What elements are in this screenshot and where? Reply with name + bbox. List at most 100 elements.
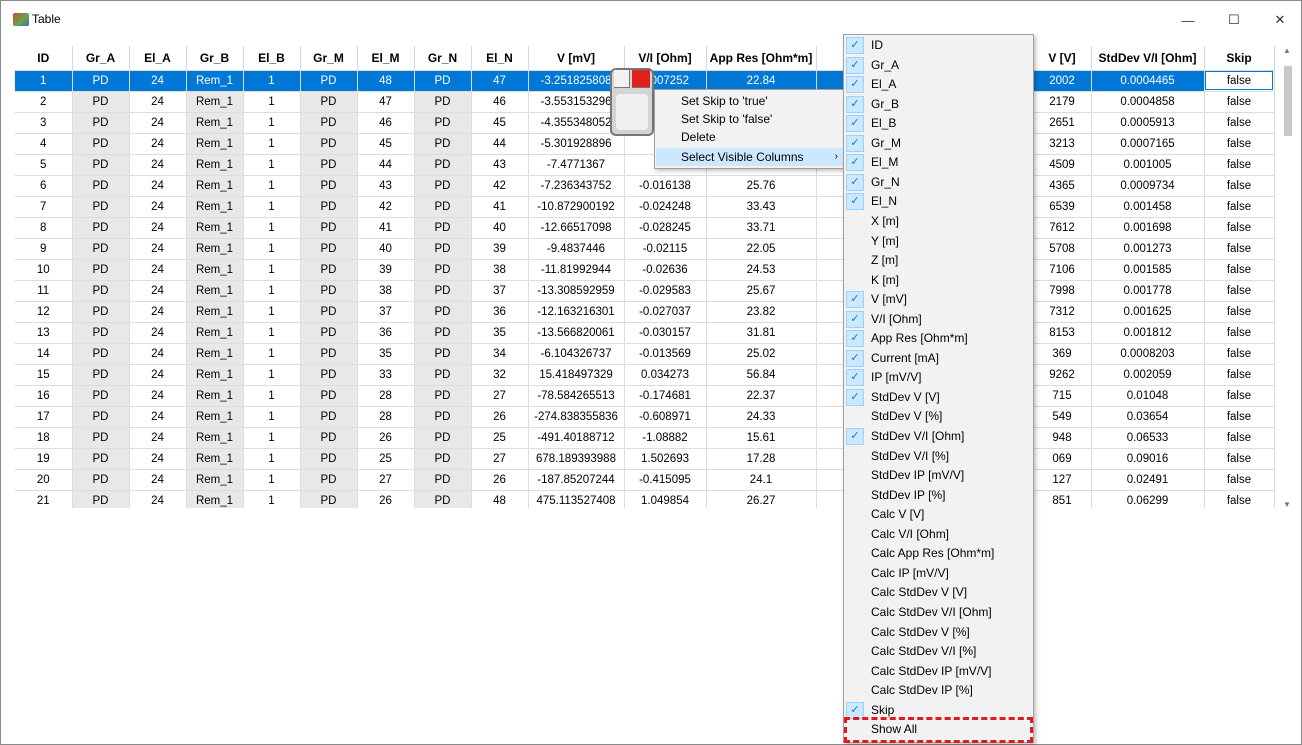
column-option-calc-stddev-v-v[interactable]: Calc StdDev V [V] [845,583,1032,603]
table-cell[interactable]: 2651 [1033,112,1092,134]
table-cell[interactable]: 0.002059 [1091,364,1205,386]
table-cell[interactable]: 0.001778 [1091,280,1205,302]
table-cell[interactable]: 2179 [1033,91,1092,113]
table-row[interactable]: 19 PD 24 Rem_1 1 PD 25 PD 27 678.189393988 1.50269… [15,448,1275,470]
table-cell[interactable]: 45 [357,133,415,155]
table-cell[interactable]: 42 [357,196,415,218]
table-cell[interactable]: 15.418497329 [528,364,625,386]
skip-cell[interactable]: false [1204,427,1275,449]
table-cell[interactable]: PD [72,469,130,491]
table-cell[interactable]: 24 [129,112,187,134]
table-cell[interactable]: 23.82 [706,301,817,323]
table-cell[interactable]: PD [414,427,472,449]
menu-item-set-skip-true[interactable]: Set Skip to 'true' [656,92,844,110]
title-bar[interactable]: Table — ☐ ✕ [1,1,1301,39]
column-option-x-m[interactable]: X [m] [845,212,1032,232]
table-cell[interactable]: 0.0009734 [1091,175,1205,197]
table-cell[interactable]: 8 [15,217,73,239]
skip-cell[interactable]: false [1204,238,1275,260]
table-cell[interactable]: 25.67 [706,280,817,302]
table-cell[interactable]: 0.0005913 [1091,112,1205,134]
table-cell[interactable]: PD [300,490,358,508]
table-cell[interactable]: 7106 [1033,259,1092,281]
table-cell[interactable]: -5.301928896 [528,133,625,155]
table-cell[interactable]: -7.236343752 [528,175,625,197]
column-header[interactable]: ID [15,46,73,71]
table-cell[interactable]: 33 [357,364,415,386]
table-cell[interactable]: Rem_1 [186,364,244,386]
table-cell[interactable]: -78.584265513 [528,385,625,407]
table-cell[interactable]: 127 [1033,469,1092,491]
skip-cell[interactable]: false [1204,91,1275,113]
column-option-el-a[interactable]: ✓ El_A [845,75,1032,95]
scroll-up-icon[interactable]: ▲ [1283,46,1291,55]
table-cell[interactable]: 1 [243,490,301,508]
column-option-current-ma[interactable]: ✓ Current [mA] [845,349,1032,369]
column-option-v-i-ohm[interactable]: ✓ V/I [Ohm] [845,310,1032,330]
table-cell[interactable]: 7 [15,196,73,218]
table-cell[interactable]: 24 [129,448,187,470]
table-cell[interactable]: 40 [471,217,529,239]
table-cell[interactable]: PD [414,175,472,197]
table-cell[interactable]: Rem_1 [186,406,244,428]
column-option-stddev-v-i-ohm[interactable]: ✓ StdDev V/I [Ohm] [845,427,1032,447]
table-cell[interactable]: 2002 [1033,70,1092,92]
column-option-calc-v-v[interactable]: Calc V [V] [845,505,1032,525]
column-option-id[interactable]: ✓ ID [845,36,1032,56]
table-cell[interactable]: 0.01048 [1091,385,1205,407]
table-cell[interactable]: 475.113527408 [528,490,625,508]
table-cell[interactable]: PD [72,301,130,323]
table-cell[interactable]: PD [414,238,472,260]
table-cell[interactable]: 56.84 [706,364,817,386]
table-row[interactable]: 12 PD 24 Rem_1 1 PD 37 PD 36 -12.163216301 -0.0270… [15,301,1275,323]
table-cell[interactable]: 33.71 [706,217,817,239]
table-cell[interactable]: -9.4837446 [528,238,625,260]
table-cell[interactable]: 42 [471,175,529,197]
table-cell[interactable]: 1 [243,154,301,176]
skip-cell[interactable]: false [1204,448,1275,470]
menu-item-set-skip-false[interactable]: Set Skip to 'false' [656,110,844,128]
table-row[interactable]: 21 PD 24 Rem_1 1 PD 26 PD 48 475.113527408 1.04985… [15,490,1275,508]
table-cell[interactable]: 0.0004858 [1091,91,1205,113]
column-header[interactable]: Gr_A [72,46,130,71]
table-cell[interactable]: -0.028245 [624,217,707,239]
skip-cell[interactable]: false [1204,112,1275,134]
table-cell[interactable]: 1 [243,112,301,134]
table-cell[interactable]: PD [300,133,358,155]
table-cell[interactable]: 1 [15,70,73,92]
skip-cell[interactable]: false [1204,217,1275,239]
table-cell[interactable]: PD [300,427,358,449]
table-cell[interactable]: PD [72,154,130,176]
table-cell[interactable]: 47 [357,91,415,113]
table-cell[interactable]: 1 [243,406,301,428]
table-cell[interactable]: 0.03654 [1091,406,1205,428]
table-cell[interactable]: 1 [243,133,301,155]
table-cell[interactable]: -12.163216301 [528,301,625,323]
column-option-calc-stddev-ip-mv-v[interactable]: Calc StdDev IP [mV/V] [845,662,1032,682]
table-cell[interactable]: PD [300,259,358,281]
table-cell[interactable]: 0.06533 [1091,427,1205,449]
table-cell[interactable]: PD [72,427,130,449]
table-cell[interactable]: 24 [129,469,187,491]
column-option-calc-app-res-ohm-m[interactable]: Calc App Res [Ohm*m] [845,544,1032,564]
table-cell[interactable]: 24 [129,385,187,407]
table-cell[interactable]: 13 [15,322,73,344]
table-cell[interactable]: PD [414,70,472,92]
table-cell[interactable]: 35 [471,322,529,344]
table-cell[interactable]: 0.02491 [1091,469,1205,491]
table-cell[interactable]: 22.84 [706,70,817,92]
table-cell[interactable]: PD [300,322,358,344]
table-cell[interactable]: PD [414,406,472,428]
column-option-gr-b[interactable]: ✓ Gr_B [845,95,1032,115]
table-cell[interactable]: 0.0008203 [1091,343,1205,365]
menu-item-delete[interactable]: Delete [656,128,844,146]
table-cell[interactable]: PD [300,70,358,92]
table-cell[interactable]: PD [300,301,358,323]
table-cell[interactable]: PD [300,406,358,428]
column-option-v-mv[interactable]: ✓ V [mV] [845,290,1032,310]
table-cell[interactable]: 1 [243,217,301,239]
table-cell[interactable]: PD [300,112,358,134]
table-cell[interactable]: 2 [15,91,73,113]
column-option-stddev-ip-mv-v[interactable]: StdDev IP [mV/V] [845,466,1032,486]
table-cell[interactable]: 6539 [1033,196,1092,218]
